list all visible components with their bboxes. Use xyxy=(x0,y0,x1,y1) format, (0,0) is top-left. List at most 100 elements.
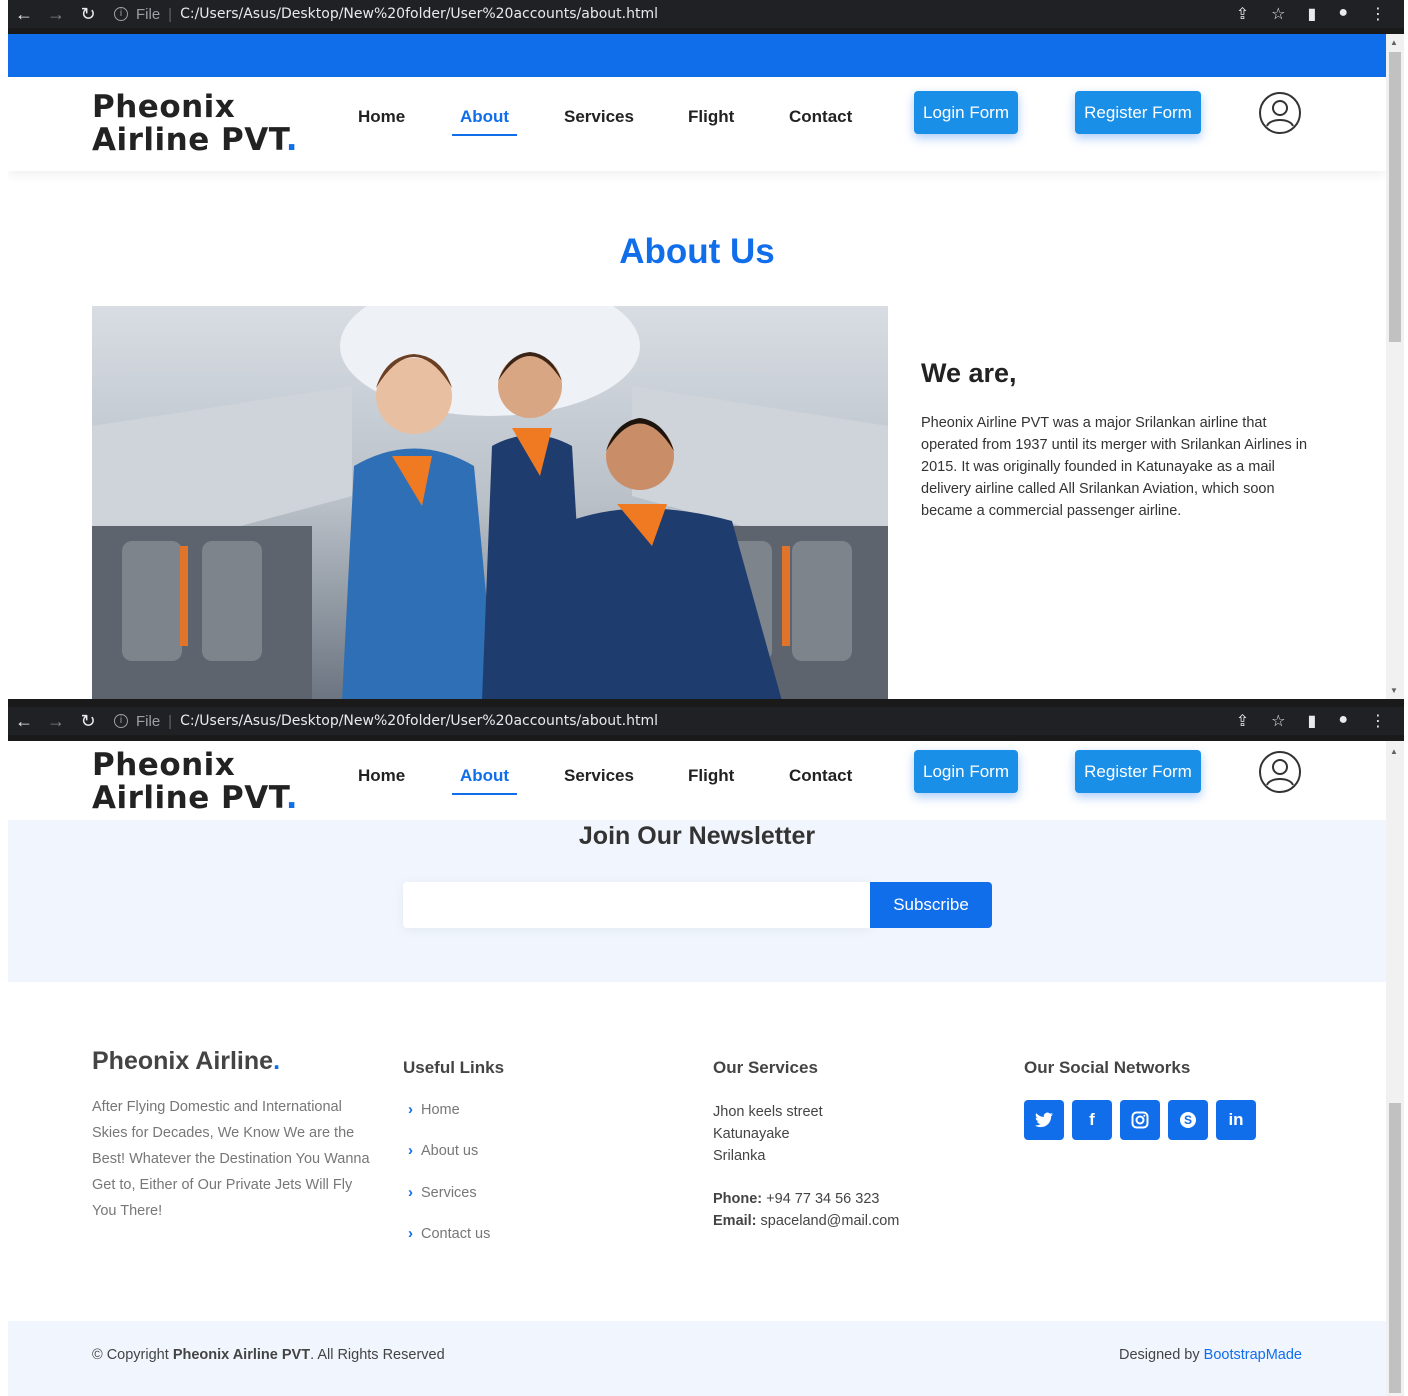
user-avatar-icon[interactable] xyxy=(1258,91,1302,135)
nav-about[interactable]: About xyxy=(451,107,518,136)
footer-description: After Flying Domestic and International … xyxy=(92,1099,370,1219)
nav-contact[interactable]: Contact xyxy=(789,766,852,786)
social-links: f S in xyxy=(1024,1100,1256,1140)
forward-icon[interactable]: → xyxy=(40,711,72,732)
file-label: File xyxy=(136,712,161,730)
address-line: Katunayake xyxy=(713,1126,790,1142)
footer-link-contact[interactable]: › Contact us xyxy=(408,1225,490,1242)
footer-link-label: Services xyxy=(421,1184,477,1201)
login-form-button[interactable]: Login Form xyxy=(914,750,1018,793)
page-viewport-bottom: Pheonix Airline PVT. Home About Services… xyxy=(8,741,1386,1396)
subscribe-button[interactable]: Subscribe xyxy=(870,882,992,928)
scroll-down-icon[interactable]: ▼ xyxy=(1390,686,1398,695)
menu-kebab-icon[interactable]: ⋮ xyxy=(1370,711,1386,731)
screen-divider xyxy=(8,699,1404,707)
url-text[interactable]: C:/Users/Asus/Desktop/New%20folder/User%… xyxy=(180,6,658,22)
chevron-right-icon: › xyxy=(408,1101,413,1118)
scroll-up-icon[interactable]: ▲ xyxy=(1390,747,1398,756)
info-icon[interactable]: i xyxy=(114,714,128,728)
footer-link-about[interactable]: › About us xyxy=(408,1142,478,1159)
file-label: File xyxy=(136,5,161,23)
logo-line1: Pheonix xyxy=(92,89,236,125)
scroll-thumb[interactable] xyxy=(1389,1103,1401,1393)
copyright-suffix: . All Rights Reserved xyxy=(310,1347,445,1363)
logo-line1: Pheonix xyxy=(92,747,236,783)
bookmark-star-icon[interactable]: ☆ xyxy=(1271,4,1285,24)
menu-kebab-icon[interactable]: ⋮ xyxy=(1370,4,1386,24)
about-paragraph: Pheonix Airline PVT was a major Srilanka… xyxy=(921,415,1308,519)
crew-photo xyxy=(92,306,888,699)
footer-address: Jhon keels street Katunayake Srilanka Ph… xyxy=(713,1101,899,1232)
back-icon[interactable]: ← xyxy=(8,711,40,732)
user-avatar-icon[interactable] xyxy=(1258,750,1302,794)
scrollbar-bottom[interactable]: ▲ xyxy=(1386,741,1404,1396)
register-form-button[interactable]: Register Form xyxy=(1075,91,1201,134)
nav-about[interactable]: About xyxy=(451,766,518,795)
nav-services[interactable]: Services xyxy=(564,766,634,786)
forward-icon[interactable]: → xyxy=(40,4,72,25)
footer-link-label: Contact us xyxy=(421,1225,491,1242)
reload-icon[interactable]: ↻ xyxy=(72,4,104,25)
share-icon[interactable]: ⇪ xyxy=(1236,4,1249,24)
newsletter-email-input[interactable] xyxy=(403,882,871,928)
register-form-button[interactable]: Register Form xyxy=(1075,750,1201,793)
footer-brand-text: Pheonix Airline xyxy=(92,1047,274,1075)
address-line: Srilanka xyxy=(713,1148,766,1164)
sidepanel-icon[interactable]: ▮ xyxy=(1308,711,1317,731)
nav-flight[interactable]: Flight xyxy=(688,766,734,786)
copyright-prefix: © Copyright xyxy=(92,1347,173,1363)
address-separator: | xyxy=(168,712,173,730)
copyright-brand: Pheonix Airline PVT xyxy=(172,1347,311,1363)
scroll-up-icon[interactable]: ▲ xyxy=(1390,38,1398,47)
bootstrapmade-link[interactable]: BootstrapMade xyxy=(1204,1347,1302,1363)
about-title: About Us xyxy=(619,232,775,271)
nav-home[interactable]: Home xyxy=(358,766,405,786)
site-header: Pheonix Airline PVT. Home About Services… xyxy=(8,77,1386,171)
scroll-thumb[interactable] xyxy=(1389,52,1401,342)
footer-link-services[interactable]: › Services xyxy=(408,1184,477,1201)
nav-services[interactable]: Services xyxy=(564,107,634,127)
address-bar[interactable]: i File | C:/Users/Asus/Desktop/New%20fol… xyxy=(114,713,658,730)
footer-link-home[interactable]: › Home xyxy=(408,1101,460,1118)
cabin-crew-image xyxy=(92,306,888,699)
nav-contact[interactable]: Contact xyxy=(789,107,852,127)
footer-phone: Phone: +94 77 34 56 323 xyxy=(713,1188,899,1210)
share-icon[interactable]: ⇪ xyxy=(1236,711,1249,731)
scrollbar-top[interactable]: ▲ ▼ xyxy=(1386,34,1404,699)
newsletter-title: Join Our Newsletter xyxy=(578,822,816,850)
footer-brand-dot: . xyxy=(273,1047,281,1075)
profile-icon[interactable]: ● xyxy=(1338,711,1348,731)
browser-toolbar-2: ← → ↻ i File | C:/Users/Asus/Desktop/New… xyxy=(8,707,1404,735)
logo-line2: Airline PVT xyxy=(92,780,286,816)
skype-icon[interactable]: S xyxy=(1168,1100,1208,1140)
login-form-button[interactable]: Login Form xyxy=(914,91,1018,134)
useful-links-title: Useful Links xyxy=(403,1058,505,1077)
address-line: Jhon keels street xyxy=(713,1104,823,1120)
profile-icon[interactable]: ● xyxy=(1338,4,1348,24)
copyright-text: © Copyright Pheonix Airline PVT. All Rig… xyxy=(92,1347,445,1363)
nav-home[interactable]: Home xyxy=(358,107,405,127)
site-logo[interactable]: Pheonix Airline PVT. xyxy=(92,91,298,157)
email-value[interactable]: spaceland@mail.com xyxy=(761,1213,900,1229)
instagram-icon[interactable] xyxy=(1120,1100,1160,1140)
sidepanel-icon[interactable]: ▮ xyxy=(1308,4,1317,24)
site-header-sticky: Pheonix Airline PVT. Home About Services… xyxy=(8,741,1386,820)
footer-link-label: Home xyxy=(421,1101,460,1118)
top-blue-bar xyxy=(8,34,1386,77)
svg-text:S: S xyxy=(1184,1113,1192,1127)
linkedin-icon[interactable]: in xyxy=(1216,1100,1256,1140)
url-text[interactable]: C:/Users/Asus/Desktop/New%20folder/User%… xyxy=(180,713,658,729)
phone-label: Phone: xyxy=(713,1191,763,1207)
logo-dot: . xyxy=(285,780,298,816)
address-bar[interactable]: i File | C:/Users/Asus/Desktop/New%20fol… xyxy=(114,6,658,23)
we-are-heading: We are, xyxy=(921,358,1017,388)
browser-toolbar: ← → ↻ i File | C:/Users/Asus/Desktop/New… xyxy=(8,0,1404,28)
back-icon[interactable]: ← xyxy=(8,4,40,25)
reload-icon[interactable]: ↻ xyxy=(72,711,104,732)
site-logo[interactable]: Pheonix Airline PVT. xyxy=(92,749,298,815)
twitter-icon[interactable] xyxy=(1024,1100,1064,1140)
nav-flight[interactable]: Flight xyxy=(688,107,734,127)
info-icon[interactable]: i xyxy=(114,7,128,21)
facebook-icon[interactable]: f xyxy=(1072,1100,1112,1140)
bookmark-star-icon[interactable]: ☆ xyxy=(1271,711,1285,731)
